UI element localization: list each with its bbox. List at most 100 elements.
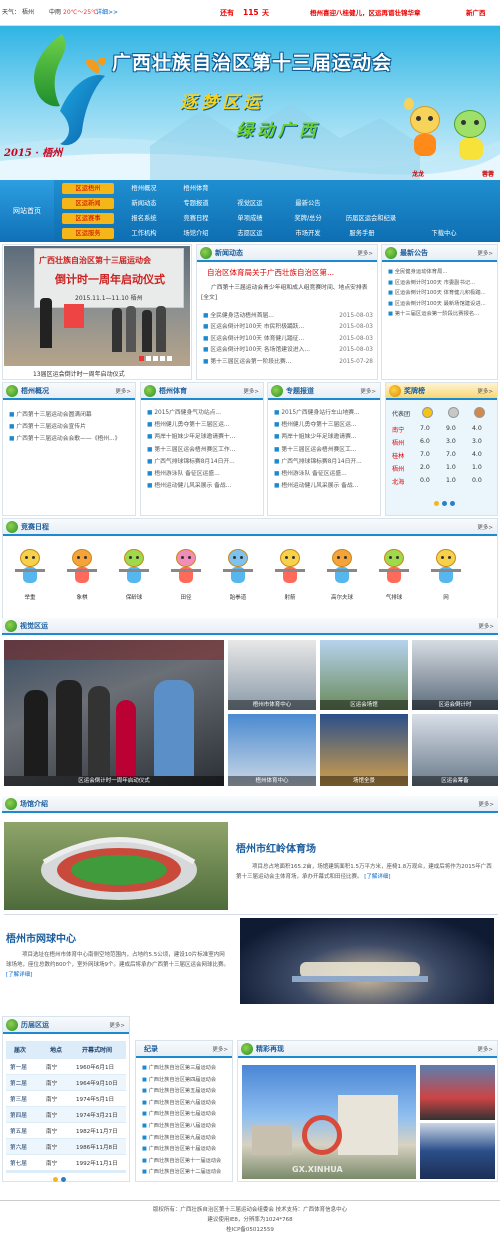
list-item-text[interactable]: 广西壮族自治区第九届运动会 (149, 1135, 216, 1141)
footer-icp[interactable]: 桂ICP备05012559 (0, 1225, 500, 1235)
schedule-sport-item[interactable]: 象棋 (59, 549, 105, 601)
list-item-text[interactable]: 广西壮族自治区第三届运动会 (149, 1065, 216, 1071)
list-item[interactable]: ■ 第十三届区运会梧州赛区工... (274, 444, 378, 456)
list-item[interactable]: ■ 广西壮族自治区第十二届运动会 (142, 1167, 232, 1179)
list-item[interactable]: ■ 梧州运动健儿风采展示 备战... (274, 480, 378, 492)
list-item[interactable]: ■ 广西壮族自治区第六届运动会 (142, 1098, 232, 1110)
nav-item[interactable]: 下载中心 (418, 228, 470, 239)
history-row[interactable]: 第二届 南宁 1964年9月10日 (6, 1075, 126, 1090)
list-item-text[interactable]: 梧州运动健儿风采展示 备战... (281, 483, 358, 489)
slideshow-image[interactable]: 广西壮族自治区第十三届运动会 倒计时一周年启动仪式 2015.11.1—11.1… (4, 246, 190, 366)
wonderful-main-photo[interactable]: GX.XINHUA (242, 1065, 416, 1179)
list-item[interactable]: ■ 两岸十姐妹少年足球邀请赛... (274, 431, 378, 443)
list-item-text[interactable]: 第十三届区运会梧州赛区工作... (154, 447, 235, 453)
visual-thumb[interactable]: 梧州市体育中心 (228, 640, 316, 710)
list-item[interactable]: ■ 区运会倒计时100天 市民积极踊跃... 2015-08-03 (203, 322, 373, 334)
list-item[interactable]: ■ 梧州运动健儿风采展示 备战... (147, 480, 261, 492)
list-item-text[interactable]: 广西壮族自治区第六届运动会 (149, 1100, 216, 1106)
list-item-text[interactable]: 第十三届区运会第一阶段比赛报名... (395, 311, 480, 317)
nav-item[interactable]: 历届区运会和纪录 (336, 213, 406, 224)
list-item[interactable]: ■ 2015广西健身站行车山地赛... (274, 407, 378, 419)
venue2-more-link[interactable]: [了解详细] (6, 972, 32, 978)
list-item[interactable]: ■ 广西壮族自治区第四届运动会 (142, 1075, 232, 1087)
list-item[interactable]: ■ 广西壮族自治区第十届运动会 (142, 1144, 232, 1156)
list-item-text[interactable]: 区运会倒计时100天 体育健儿积极踏... (395, 290, 486, 296)
list-item-text[interactable]: 2015广西健身气功站点... (154, 410, 221, 416)
schedule-sport-item[interactable]: 气排球 (371, 549, 417, 601)
sports-more-link[interactable]: 更多> (243, 387, 259, 395)
nav-item[interactable]: 梧州体育 (170, 183, 222, 194)
schedule-sport-item[interactable]: 网 (423, 549, 469, 601)
marquee-text-1[interactable]: 梧州喜迎八桂健儿，区运再谱壮锦华章 (310, 0, 421, 25)
slideshow[interactable]: 广西壮族自治区第十三届运动会 倒计时一周年启动仪式 2015.11.1—11.1… (2, 244, 192, 380)
list-item[interactable]: ■ 区运会倒计时100天 体育健儿积极踏... (388, 288, 496, 299)
nav-item[interactable]: 竞赛日程 (170, 213, 222, 224)
list-item-text[interactable]: 广西壮族自治区第七届运动会 (149, 1111, 216, 1117)
list-item-text[interactable]: 第十三届区运会第一阶段比赛... (210, 359, 291, 365)
list-item[interactable]: ■ 广西壮族自治区第八届运动会 (142, 1121, 232, 1133)
slideshow-caption[interactable]: 13届区运会倒计时一周年启动仪式 (33, 369, 125, 378)
wonderful-thumb-2[interactable] (420, 1123, 495, 1179)
list-item[interactable]: ■ 两岸十姐妹少年足球邀请赛十... (147, 431, 261, 443)
news-more-link[interactable]: 更多> (357, 249, 373, 257)
list-item[interactable]: ■ 广西壮族自治区第七届运动会 (142, 1109, 232, 1121)
nav-item[interactable]: 最新公告 (282, 198, 334, 209)
list-item-text[interactable]: 广西第十三届运动会圆满闭幕 (16, 412, 91, 418)
list-item-text[interactable]: 梧州健儿勇夺第十三届区运... (154, 422, 229, 428)
list-item[interactable]: ■ 广西气排球锦标赛8月14日开... (274, 456, 378, 468)
nav-item[interactable]: 视觉区运 (224, 198, 276, 209)
schedule-sport-item[interactable]: 田径 (163, 549, 209, 601)
visual-main-photo[interactable]: 区运会倒计时一周年启动仪式 (4, 640, 224, 786)
visual-thumb[interactable]: 区运会筹备 (412, 714, 498, 786)
nav-item[interactable]: 市场开发 (282, 228, 334, 239)
list-item-text[interactable]: 梧州运动健儿风采展示 备战... (154, 483, 231, 489)
list-item-text[interactable]: 广西第十三届运动会会歌——《梧州...》 (16, 436, 120, 442)
nav-item[interactable]: 区运赛事 (62, 213, 114, 224)
list-item-text[interactable]: 梧州游泳队 备征区运盛... (281, 471, 346, 477)
list-item[interactable]: ■ 全民健身运动体育局... (388, 267, 496, 278)
list-item[interactable]: ■ 广西第十三届运动会会歌——《梧州...》 (9, 433, 133, 445)
list-item-text[interactable]: 区运会倒计时100天 各场馆建设进入... (210, 347, 310, 353)
overview-more-link[interactable]: 更多> (115, 387, 131, 395)
list-item-text[interactable]: 梧州游泳队 备征区运盛... (154, 471, 219, 477)
venue2-photo[interactable] (240, 918, 494, 1004)
list-item[interactable]: ■ 广西壮族自治区第三届运动会 (142, 1063, 232, 1075)
list-item-text[interactable]: 广西壮族自治区第四届运动会 (149, 1077, 216, 1083)
list-item-text[interactable]: 区运会倒计时100天 最新场馆建设进... (395, 301, 486, 307)
history-pager[interactable] (53, 1177, 69, 1184)
list-item[interactable]: ■ 广西壮族自治区第五届运动会 (142, 1086, 232, 1098)
list-item[interactable]: ■ 梧州游泳队 备征区运盛... (274, 468, 378, 480)
list-item[interactable]: ■ 区运会倒计时100天 体育健儿踏征... 2015-08-03 (203, 333, 373, 346)
list-item-text[interactable]: 广西壮族自治区第八届运动会 (149, 1123, 216, 1129)
list-item-text[interactable]: 全民健身活动梧州首届... (210, 313, 274, 319)
list-item[interactable]: ■ 2015广西健身气功站点... (147, 407, 261, 419)
list-item-text[interactable]: 梧州健儿勇夺第十三届区运... (281, 422, 356, 428)
nav-item[interactable]: 单项成绩 (224, 213, 276, 224)
list-item[interactable]: ■ 广西气排球锦标赛8月14日开... (147, 456, 261, 468)
nav-item[interactable]: 工作机构 (118, 228, 170, 239)
list-item[interactable]: ■ 第十三届区运会第一阶段比赛报名... (388, 309, 496, 320)
list-item[interactable]: ■ 区运会倒计时100天 市委副书记... (388, 278, 496, 289)
list-item[interactable]: ■ 梧州游泳队 备征区运盛... (147, 468, 261, 480)
visual-thumb[interactable]: 梧州体育中心 (228, 714, 316, 786)
nav-item[interactable]: 报名系统 (118, 213, 170, 224)
visual-thumb[interactable]: 场馆全景 (320, 714, 408, 786)
nav-item[interactable]: 志愿区运 (224, 228, 276, 239)
marquee-text-2[interactable]: 新广西 (466, 0, 486, 25)
schedule-sport-item[interactable]: 跆拳道 (215, 549, 261, 601)
list-item-text[interactable]: 广西壮族自治区第十届运动会 (149, 1146, 216, 1152)
special-more-link[interactable]: 更多> (360, 387, 376, 395)
list-item[interactable]: ■ 梧州健儿勇夺第十三届区运... (147, 419, 261, 431)
list-item[interactable]: ■ 第十三届区运会梧州赛区工作... (147, 444, 261, 456)
schedule-sport-item[interactable]: 射箭 (267, 549, 313, 601)
history-row[interactable]: 第一届 南宁 1960年6月1日 (6, 1059, 126, 1074)
nav-item[interactable]: 区运新闻 (62, 198, 114, 209)
list-item-text[interactable]: 区运会倒计时100天 市委副书记... (395, 280, 475, 286)
history-row[interactable]: 第五届 南宁 1982年11月7日 (6, 1123, 126, 1138)
nav-item[interactable]: 服务手册 (336, 228, 388, 239)
list-item-text[interactable]: 第十三届区运会梧州赛区工... (281, 447, 356, 453)
list-item[interactable]: ■ 区运会倒计时100天 各场馆建设进入... 2015-08-03 (203, 345, 373, 357)
history-row[interactable]: 第七届 南宁 1992年11月1日 (6, 1155, 126, 1170)
wonderful-more-link[interactable]: 更多> (477, 1045, 493, 1053)
list-item-text[interactable]: 区运会倒计时100天 市民积极踊跃... (210, 324, 304, 330)
